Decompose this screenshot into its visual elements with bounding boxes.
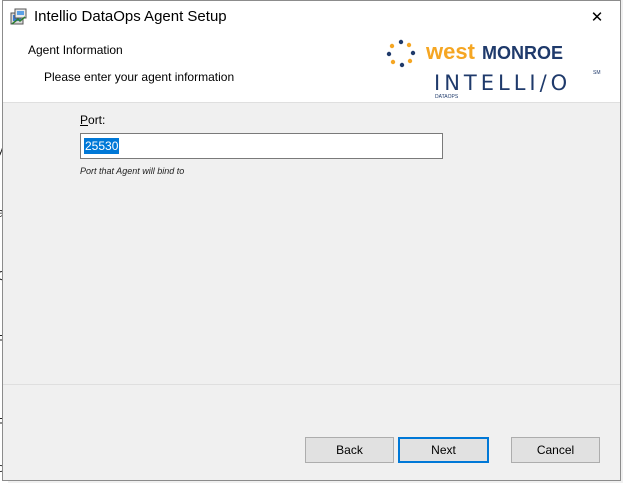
back-button[interactable]: Back [305,437,394,463]
port-hint: Port that Agent will bind to [80,166,185,176]
page-description: Please enter your agent information [44,70,235,84]
installer-icon [10,8,28,26]
cancel-button[interactable]: Cancel [511,437,600,463]
next-button[interactable]: Next [398,437,489,463]
port-label: Port: [80,113,105,127]
window-title: Intellio DataOps Agent Setup [34,8,227,25]
port-label-accesskey: P [80,113,89,127]
logo-west: west [425,39,476,64]
dotted-ring-icon [386,39,416,68]
logo-intellio: INTELLI/O [434,71,571,95]
logo-trademark: SM [593,70,601,76]
title-bar[interactable]: Intellio DataOps Agent Setup ✕ [3,1,620,32]
setup-dialog: Intellio DataOps Agent Setup ✕ Agent Inf… [2,0,621,481]
port-input[interactable]: 25530 [80,133,443,159]
logo-dataops: DATAOPS [435,94,459,100]
westmonroe-intellio-logo: west MONROE INTELLI/O DATAOPS SM [386,39,601,100]
footer-divider [3,384,620,385]
port-input-value: 25530 [84,138,120,154]
page-title: Agent Information [28,43,123,57]
page-header: Agent Information Please enter your agen… [3,32,620,103]
logo-monroe: MONROE [482,43,563,63]
port-label-text: ort: [88,113,106,127]
close-button[interactable]: ✕ [574,1,620,32]
close-icon: ✕ [590,8,604,26]
